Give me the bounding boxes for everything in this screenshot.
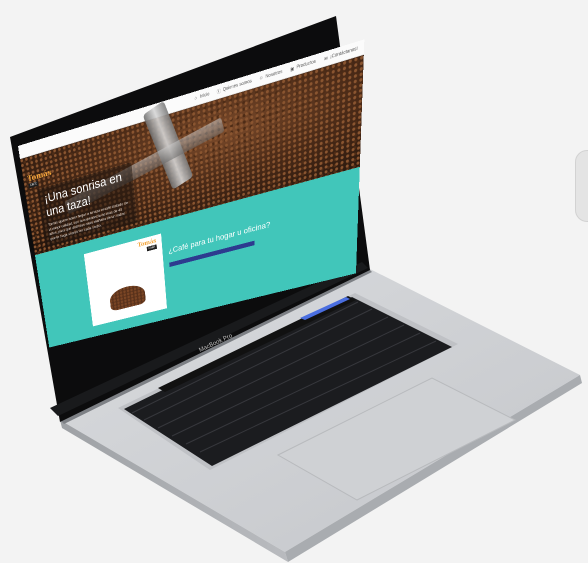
home-icon: ⌂ — [194, 95, 198, 101]
users-icon: ☺ — [259, 75, 264, 82]
nav-item-label: Productos — [296, 59, 316, 70]
logo-name: Tomás — [26, 167, 53, 184]
nav-item-label: Inicio — [199, 91, 210, 100]
box-icon: ▣ — [290, 66, 295, 73]
product-card[interactable]: Tomás CAFÉ — [83, 233, 167, 327]
mail-icon: ✉ — [323, 55, 328, 62]
scene: MacBook Pro ⌂ Inicio ⓘ Quienes somos ☺ N… — [0, 0, 588, 563]
coffee-beans-image — [108, 282, 146, 312]
nav-item-inicio[interactable]: ⌂ Inicio — [193, 91, 209, 101]
product-logo-tagline: CAFÉ — [146, 244, 157, 252]
info-icon: ⓘ — [216, 88, 221, 95]
product-logo: Tomás CAFÉ — [137, 238, 157, 253]
nav-item-label: Nosotros — [265, 69, 283, 80]
